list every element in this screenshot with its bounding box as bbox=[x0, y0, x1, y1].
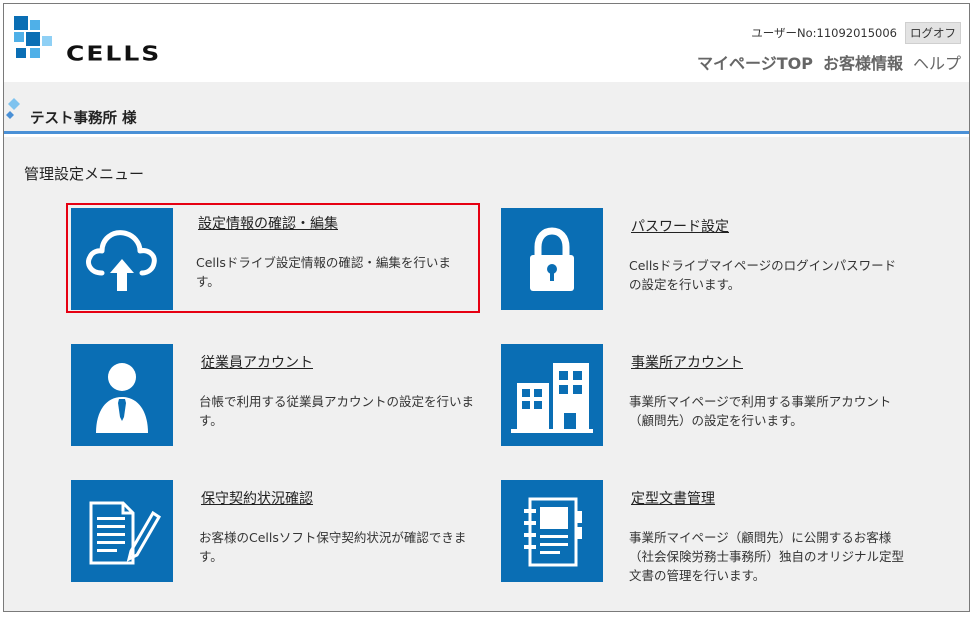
card-maintenance-contract[interactable]: 保守契約状況確認 お客様のCellsソフト保守契約状況が確認できます。 bbox=[71, 480, 481, 586]
nav-mypage-top[interactable]: マイページTOP bbox=[697, 50, 813, 74]
lock-icon[interactable] bbox=[501, 208, 603, 310]
card-description: 事業所マイページ（顧問先）に公開するお客様（社会保険労務士事務所）独自のオリジナ… bbox=[629, 530, 905, 583]
main-content: 管理設定メニュー 設定情報の確認・編集 Cellsドライブ設定情報の確認・編集を… bbox=[4, 137, 969, 611]
card-title[interactable]: パスワード設定 bbox=[631, 216, 729, 236]
building-icon[interactable] bbox=[501, 344, 603, 446]
diamond-icon bbox=[6, 98, 20, 119]
office-title: テスト事務所 様 bbox=[30, 111, 137, 127]
card-title[interactable]: 事業所アカウント bbox=[631, 352, 743, 372]
logout-button[interactable]: ログオフ bbox=[905, 22, 961, 44]
card-password[interactable]: パスワード設定 Cellsドライブマイページのログインパスワードの設定を行います… bbox=[501, 208, 911, 314]
card-title[interactable]: 設定情報の確認・編集 bbox=[198, 213, 338, 233]
card-description: Cellsドライブマイページのログインパスワードの設定を行います。 bbox=[629, 258, 897, 292]
card-employee-account[interactable]: 従業員アカウント 台帳で利用する従業員アカウントの設定を行います。 bbox=[71, 344, 481, 450]
user-area: ユーザーNo:11092015006 ログオフ bbox=[751, 22, 961, 44]
card-description: Cellsドライブ設定情報の確認・編集を行います。 bbox=[196, 255, 451, 289]
person-icon[interactable] bbox=[71, 344, 173, 446]
cloud-upload-icon[interactable] bbox=[71, 208, 173, 310]
header: CELLS ユーザーNo:11092015006 ログオフ マイページTOP お… bbox=[4, 4, 969, 82]
card-title[interactable]: 定型文書管理 bbox=[631, 488, 715, 508]
card-title[interactable]: 従業員アカウント bbox=[201, 352, 313, 372]
page-frame: CELLS ユーザーNo:11092015006 ログオフ マイページTOP お… bbox=[3, 3, 970, 612]
nav-help[interactable]: ヘルプ bbox=[913, 50, 961, 74]
cells-logo[interactable]: CELLS bbox=[10, 12, 170, 68]
card-title[interactable]: 保守契約状況確認 bbox=[201, 488, 313, 508]
card-description: 台帳で利用する従業員アカウントの設定を行います。 bbox=[199, 394, 475, 428]
nav-customer-info[interactable]: お客様情報 bbox=[823, 50, 903, 74]
card-template-documents[interactable]: 定型文書管理 事業所マイページ（顧問先）に公開するお客様（社会保険労務士事務所）… bbox=[501, 480, 911, 586]
cells-logo-mark-icon bbox=[14, 16, 52, 58]
card-description: お客様のCellsソフト保守契約状況が確認できます。 bbox=[199, 530, 467, 564]
card-settings-info[interactable]: 設定情報の確認・編集 Cellsドライブ設定情報の確認・編集を行います。 bbox=[66, 203, 480, 313]
top-nav: マイページTOP お客様情報 ヘルプ bbox=[697, 50, 961, 74]
document-pen-icon[interactable] bbox=[71, 480, 173, 582]
section-title: 管理設定メニュー bbox=[24, 165, 145, 183]
office-band: テスト事務所 様 bbox=[4, 82, 969, 134]
card-office-account[interactable]: 事業所アカウント 事業所マイページで利用する事業所アカウント（顧問先）の設定を行… bbox=[501, 344, 911, 450]
card-description: 事業所マイページで利用する事業所アカウント（顧問先）の設定を行います。 bbox=[629, 394, 892, 428]
user-number: ユーザーNo:11092015006 bbox=[751, 26, 897, 40]
logo-text: CELLS bbox=[66, 42, 162, 66]
binder-icon[interactable] bbox=[501, 480, 603, 582]
